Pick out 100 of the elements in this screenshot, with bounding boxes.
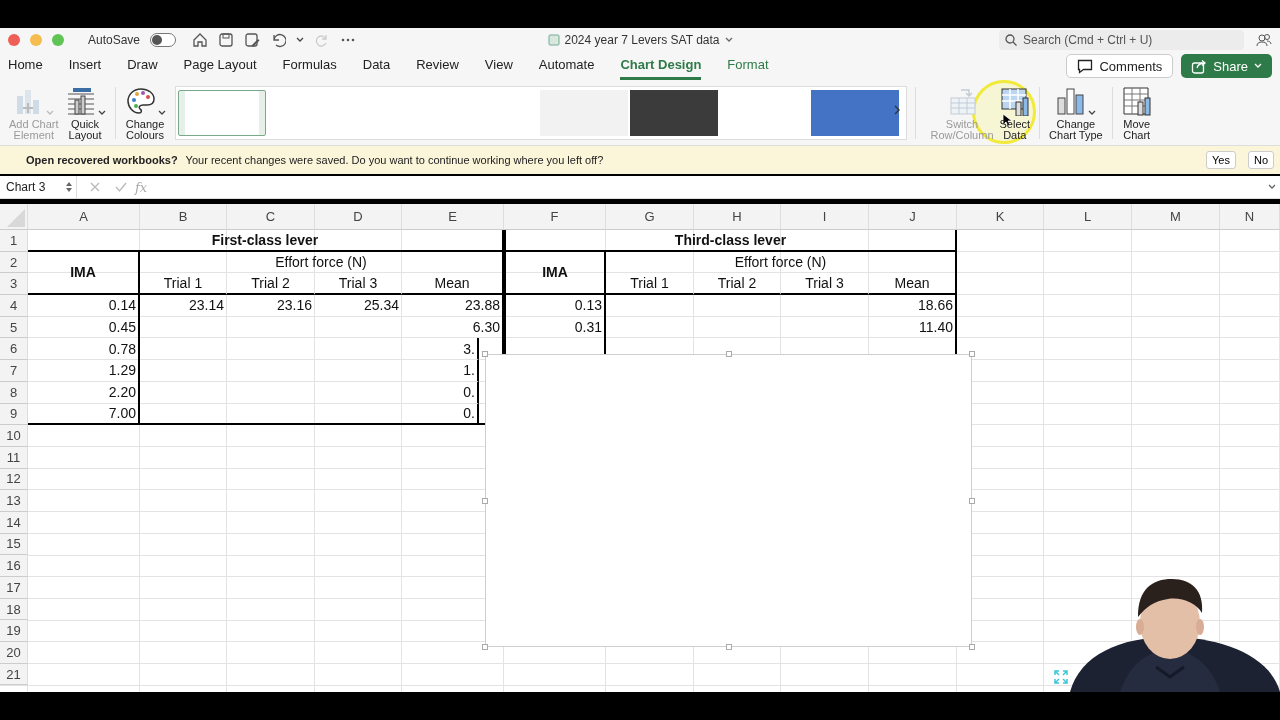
ribbon-tab[interactable]: Automate <box>538 52 595 80</box>
resize-handle[interactable] <box>969 497 975 504</box>
row-header[interactable]: 16 <box>0 555 28 577</box>
ribbon-tab[interactable]: Data <box>362 52 391 80</box>
save-edit-icon[interactable] <box>244 32 261 48</box>
row-header[interactable]: 13 <box>0 490 28 512</box>
row-header[interactable]: 19 <box>0 620 28 643</box>
column-header[interactable]: C <box>227 204 315 230</box>
column-header[interactable]: F <box>504 204 606 230</box>
resize-handle[interactable] <box>969 351 975 357</box>
row-header[interactable]: 12 <box>0 468 28 491</box>
autosave-toggle[interactable] <box>150 33 177 47</box>
table-cell: 0. <box>402 403 479 426</box>
row-header[interactable]: 2 <box>0 251 28 274</box>
row-header[interactable]: 9 <box>0 403 28 426</box>
row-header[interactable]: 14 <box>0 511 28 534</box>
column-header[interactable]: A <box>28 204 140 230</box>
table-header: Effort force (N) <box>606 251 957 274</box>
chart-style-swatch[interactable] <box>630 89 719 136</box>
column-header[interactable]: J <box>869 204 957 230</box>
row-header[interactable]: 5 <box>0 316 28 339</box>
row-header[interactable]: 4 <box>0 295 28 317</box>
table-header: IMA <box>28 251 140 296</box>
ribbon-tab[interactable]: Review <box>416 52 459 80</box>
confirm-icon[interactable] <box>115 181 127 193</box>
row-header[interactable]: 7 <box>0 360 28 382</box>
column-header[interactable]: D <box>315 204 402 230</box>
column-header[interactable]: M <box>1132 204 1220 230</box>
caret-icon[interactable] <box>97 110 106 116</box>
ribbon-tab[interactable]: Insert <box>68 52 102 80</box>
ribbon-button[interactable]: Change Colours <box>121 82 169 143</box>
ribbon-tab[interactable]: Home <box>8 52 43 80</box>
table-header: Trial 1 <box>140 273 227 296</box>
cancel-icon[interactable] <box>89 181 101 193</box>
row-header[interactable]: 17 <box>0 577 28 599</box>
home-icon[interactable] <box>192 32 209 48</box>
caret-icon[interactable] <box>1088 110 1097 116</box>
row-header[interactable]: 6 <box>0 338 28 361</box>
ribbon-tab[interactable]: Format <box>727 52 769 80</box>
comments-button[interactable]: Comments <box>1066 54 1174 78</box>
column-header[interactable]: H <box>694 204 781 230</box>
resize-handle[interactable] <box>482 351 488 357</box>
caret-icon[interactable] <box>1268 184 1276 190</box>
chart-style-swatch[interactable] <box>811 89 900 136</box>
window-zoom-button[interactable] <box>52 34 64 46</box>
table-cell-text: 23.16 <box>275 296 313 316</box>
table-cell: 23.88 <box>402 295 504 317</box>
switch-icon <box>947 86 977 116</box>
column-header[interactable]: N <box>1220 204 1280 230</box>
name-box[interactable]: Chart 3 <box>0 176 77 198</box>
column-header[interactable]: L <box>1044 204 1132 230</box>
caret-icon[interactable] <box>724 37 733 43</box>
row-header[interactable]: 10 <box>0 425 28 447</box>
ribbon-tab[interactable]: Page Layout <box>183 52 257 80</box>
row-header[interactable]: 20 <box>0 642 28 664</box>
row-header[interactable]: 8 <box>0 381 28 404</box>
column-header[interactable]: G <box>606 204 694 230</box>
chart-style-swatch[interactable] <box>177 89 266 136</box>
resize-handle[interactable] <box>725 644 732 650</box>
select-data-icon <box>999 86 1030 116</box>
column-header[interactable]: I <box>781 204 869 230</box>
caret-icon[interactable] <box>296 37 305 43</box>
save-icon[interactable] <box>218 32 235 48</box>
row-header[interactable]: 21 <box>0 663 28 686</box>
stepper-icon <box>66 181 72 193</box>
expand-icon[interactable] <box>1054 670 1068 684</box>
window-close-button[interactable] <box>8 34 20 46</box>
share-button[interactable]: Share <box>1181 54 1272 78</box>
resize-handle[interactable] <box>482 497 488 504</box>
resize-handle[interactable] <box>725 351 732 357</box>
table-cell: 1. <box>402 360 479 382</box>
ribbon-tab[interactable]: Draw <box>127 52 158 80</box>
column-header[interactable]: K <box>957 204 1044 230</box>
window-minimize-button[interactable] <box>30 34 42 46</box>
search-field[interactable]: Search (Cmd + Ctrl + U) <box>999 30 1244 50</box>
table-cell: 7.00 <box>28 403 140 426</box>
table-cell: 11.40 <box>869 316 957 339</box>
ribbon-tab[interactable]: Formulas <box>282 52 337 80</box>
ribbon-button[interactable]: Move Chart <box>1118 82 1155 143</box>
column-header[interactable]: E <box>402 204 504 230</box>
row-header[interactable]: 11 <box>0 446 28 469</box>
ribbon-tab[interactable]: View <box>484 52 513 80</box>
notice-message: Your recent changes were saved. Do you want to continue working where you left off? <box>185 154 604 166</box>
ribbon-button[interactable]: Quick Layout <box>61 82 109 143</box>
table-header: Trial 2 <box>227 273 315 296</box>
comment-icon <box>1077 58 1094 74</box>
search-icon[interactable] <box>1005 34 1017 46</box>
resize-handle[interactable] <box>482 644 488 650</box>
people-icon[interactable] <box>1256 32 1272 48</box>
row-header[interactable]: 18 <box>0 598 28 621</box>
resize-handle[interactable] <box>969 644 975 650</box>
row-header[interactable]: 3 <box>0 273 28 296</box>
row-header[interactable]: 15 <box>0 533 28 556</box>
caret-icon[interactable] <box>157 110 166 116</box>
ribbon-button[interactable]: Change Chart Type <box>1046 82 1106 143</box>
notice-button[interactable]: No <box>1247 151 1274 169</box>
undo-icon[interactable] <box>270 32 287 48</box>
notice-button[interactable]: Yes <box>1206 151 1236 169</box>
column-header[interactable]: B <box>140 204 227 230</box>
row-header[interactable]: 1 <box>0 230 28 252</box>
